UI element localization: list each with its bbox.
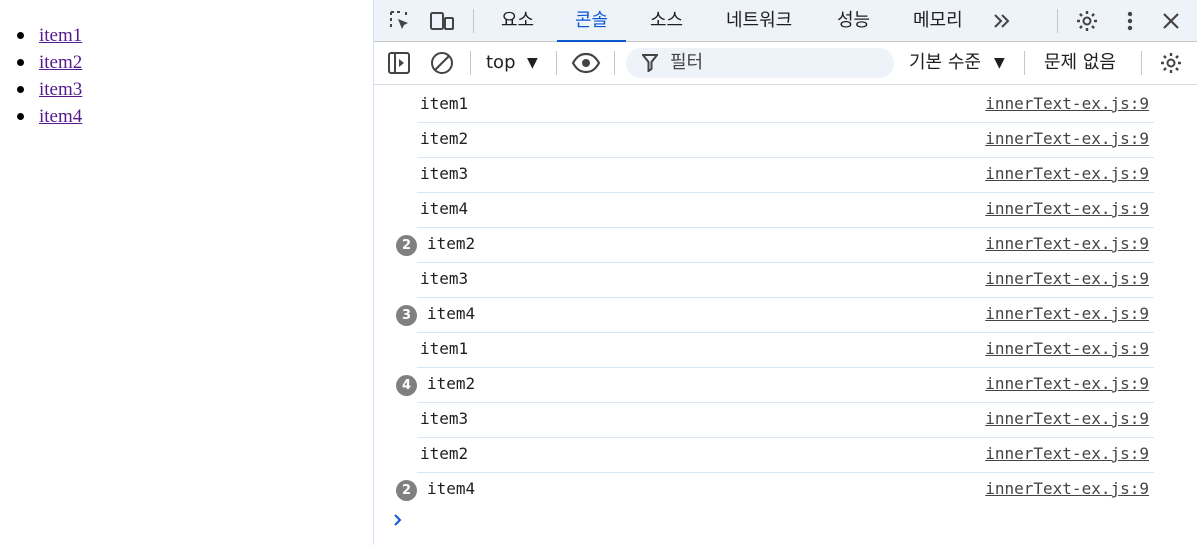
source-link[interactable]: innerText-ex.js:9: [985, 94, 1149, 113]
console-message-text: item3: [420, 269, 469, 288]
console-message-text: item4: [427, 304, 476, 323]
tab-console[interactable]: 콘솔: [556, 0, 627, 42]
device-toolbar-icon[interactable]: [429, 8, 455, 34]
source-link[interactable]: innerText-ex.js:9: [985, 374, 1149, 393]
console-message-text: item4: [420, 199, 469, 218]
console-row: 4 item2 innerText-ex.js:9: [374, 368, 1197, 403]
list-item: item3: [16, 76, 82, 103]
list-item: item1: [16, 22, 82, 49]
console-message-text: item4: [427, 479, 476, 498]
source-link[interactable]: innerText-ex.js:9: [985, 199, 1149, 218]
customize-menu-icon[interactable]: [1117, 8, 1143, 34]
console-row: item1 innerText-ex.js:9: [374, 88, 1197, 123]
divider: [470, 51, 471, 75]
divider: [1141, 51, 1142, 75]
source-link[interactable]: innerText-ex.js:9: [985, 164, 1149, 183]
repeat-count-badge: 2: [396, 480, 417, 501]
console-toolbar: top ▼ 필터 기본 수준 ▼ 문제 없음: [374, 42, 1197, 85]
filter-placeholder: 필터: [670, 52, 704, 73]
divider: [1024, 51, 1025, 75]
live-expression-eye-icon[interactable]: [571, 50, 601, 76]
link-list: item1 item2 item3 item4: [16, 22, 82, 130]
console-message-text: item2: [420, 444, 469, 463]
console-row: 3 item4 innerText-ex.js:9: [374, 298, 1197, 333]
source-link[interactable]: innerText-ex.js:9: [985, 269, 1149, 288]
console-message-text: item3: [420, 164, 469, 183]
tab-memory[interactable]: 메모리: [913, 0, 963, 41]
sidebar-toggle-icon[interactable]: [386, 50, 412, 76]
source-link[interactable]: innerText-ex.js:9: [985, 479, 1149, 498]
devtools-panel: 요소 콘솔 소스 네트워크 성능 메모리 top ▼ 필터 기본 수준 ▼ 문제…: [373, 0, 1197, 545]
console-row: item3 innerText-ex.js:9: [374, 158, 1197, 193]
page-content: item1 item2 item3 item4: [0, 0, 373, 545]
source-link[interactable]: innerText-ex.js:9: [985, 129, 1149, 148]
tab-sources[interactable]: 소스: [650, 0, 683, 41]
source-link[interactable]: innerText-ex.js:9: [985, 409, 1149, 428]
console-row: 2 item4 innerText-ex.js:9: [374, 473, 1197, 508]
context-selector[interactable]: top: [486, 42, 516, 84]
settings-gear-icon[interactable]: [1074, 8, 1100, 34]
item-link[interactable]: item2: [39, 52, 82, 73]
console-row: item3 innerText-ex.js:9: [374, 403, 1197, 438]
divider: [473, 9, 474, 33]
source-link[interactable]: innerText-ex.js:9: [985, 304, 1149, 323]
console-row: item2 innerText-ex.js:9: [374, 123, 1197, 158]
item-link[interactable]: item3: [39, 79, 82, 100]
clear-console-icon[interactable]: [429, 50, 455, 76]
more-tabs-icon[interactable]: [989, 8, 1015, 34]
devtools-tabbar: 요소 콘솔 소스 네트워크 성능 메모리: [374, 0, 1197, 42]
close-icon[interactable]: [1158, 8, 1184, 34]
list-item: item4: [16, 103, 82, 130]
tab-network[interactable]: 네트워크: [726, 0, 792, 41]
console-message-text: item3: [420, 409, 469, 428]
console-message-text: item1: [420, 339, 469, 358]
repeat-count-badge: 3: [396, 305, 417, 326]
console-message-text: item2: [427, 374, 476, 393]
tab-performance[interactable]: 성능: [837, 0, 870, 41]
inspect-element-icon[interactable]: [387, 8, 413, 34]
source-link[interactable]: innerText-ex.js:9: [985, 339, 1149, 358]
filter-icon: [640, 54, 660, 76]
item-link[interactable]: item4: [39, 106, 82, 127]
console-row: item3 innerText-ex.js:9: [374, 263, 1197, 298]
console-message-text: item2: [427, 234, 476, 253]
log-levels-dropdown[interactable]: 기본 수준: [909, 42, 981, 84]
console-message-text: item1: [420, 94, 469, 113]
console-message-text: item2: [420, 129, 469, 148]
chevron-down-icon[interactable]: ▼: [994, 42, 1005, 84]
item-link[interactable]: item1: [39, 25, 82, 46]
console-prompt-icon[interactable]: [392, 512, 404, 532]
source-link[interactable]: innerText-ex.js:9: [985, 234, 1149, 253]
divider: [1057, 9, 1058, 33]
console-row: item4 innerText-ex.js:9: [374, 193, 1197, 228]
divider: [614, 51, 615, 75]
issues-button[interactable]: 문제 없음: [1044, 42, 1116, 84]
console-settings-gear-icon[interactable]: [1158, 50, 1184, 76]
filter-input[interactable]: 필터: [626, 48, 894, 78]
source-link[interactable]: innerText-ex.js:9: [985, 444, 1149, 463]
console-messages: item1 innerText-ex.js:9 item2 innerText-ex.…: [374, 88, 1197, 508]
console-row: item2 innerText-ex.js:9: [374, 438, 1197, 473]
tab-elements[interactable]: 요소: [501, 0, 534, 41]
repeat-count-badge: 2: [396, 235, 417, 256]
repeat-count-badge: 4: [396, 375, 417, 396]
divider: [556, 51, 557, 75]
console-row: item1 innerText-ex.js:9: [374, 333, 1197, 368]
console-row: 2 item2 innerText-ex.js:9: [374, 228, 1197, 263]
list-item: item2: [16, 49, 82, 76]
chevron-down-icon[interactable]: ▼: [527, 42, 538, 84]
